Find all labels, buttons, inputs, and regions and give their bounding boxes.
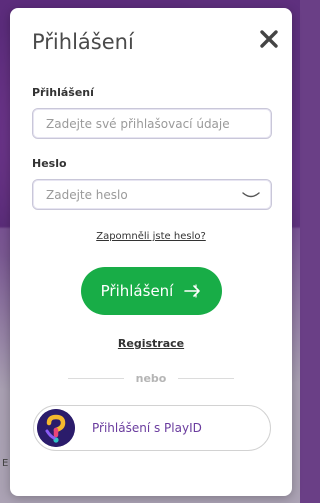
modal-title: Přihlášení <box>32 30 134 54</box>
playid-button-label: Přihlášení s PlayID <box>92 421 202 435</box>
login-submit-button[interactable]: Přihlášení <box>81 267 222 315</box>
divider-text: nebo <box>135 372 167 385</box>
password-input[interactable] <box>33 180 271 209</box>
login-input[interactable] <box>33 109 271 138</box>
login-arrow-icon <box>184 284 201 298</box>
divider-line-right <box>178 378 235 379</box>
close-icon <box>260 30 278 48</box>
or-divider: nebo <box>68 372 235 385</box>
forgot-password-row: Zapomněli jste heslo? <box>10 231 292 242</box>
register-row: Registrace <box>10 337 292 350</box>
playid-logo-icon <box>37 409 75 447</box>
divider-line-left <box>68 378 124 379</box>
close-button[interactable] <box>256 26 282 52</box>
background-text-fragment: E <box>2 458 9 469</box>
login-submit-label: Přihlášení <box>100 282 174 300</box>
eye-closed-icon[interactable] <box>242 189 260 201</box>
login-modal: Přihlášení Přihlášení Heslo Zapomněli js… <box>10 8 292 496</box>
playid-login-button[interactable]: Přihlášení s PlayID <box>33 405 271 451</box>
login-field <box>32 108 272 139</box>
forgot-password-link[interactable]: Zapomněli jste heslo? <box>96 231 206 242</box>
register-link[interactable]: Registrace <box>118 337 184 350</box>
login-label: Přihlášení <box>32 86 94 99</box>
password-field <box>32 179 272 210</box>
password-label: Heslo <box>32 157 67 170</box>
